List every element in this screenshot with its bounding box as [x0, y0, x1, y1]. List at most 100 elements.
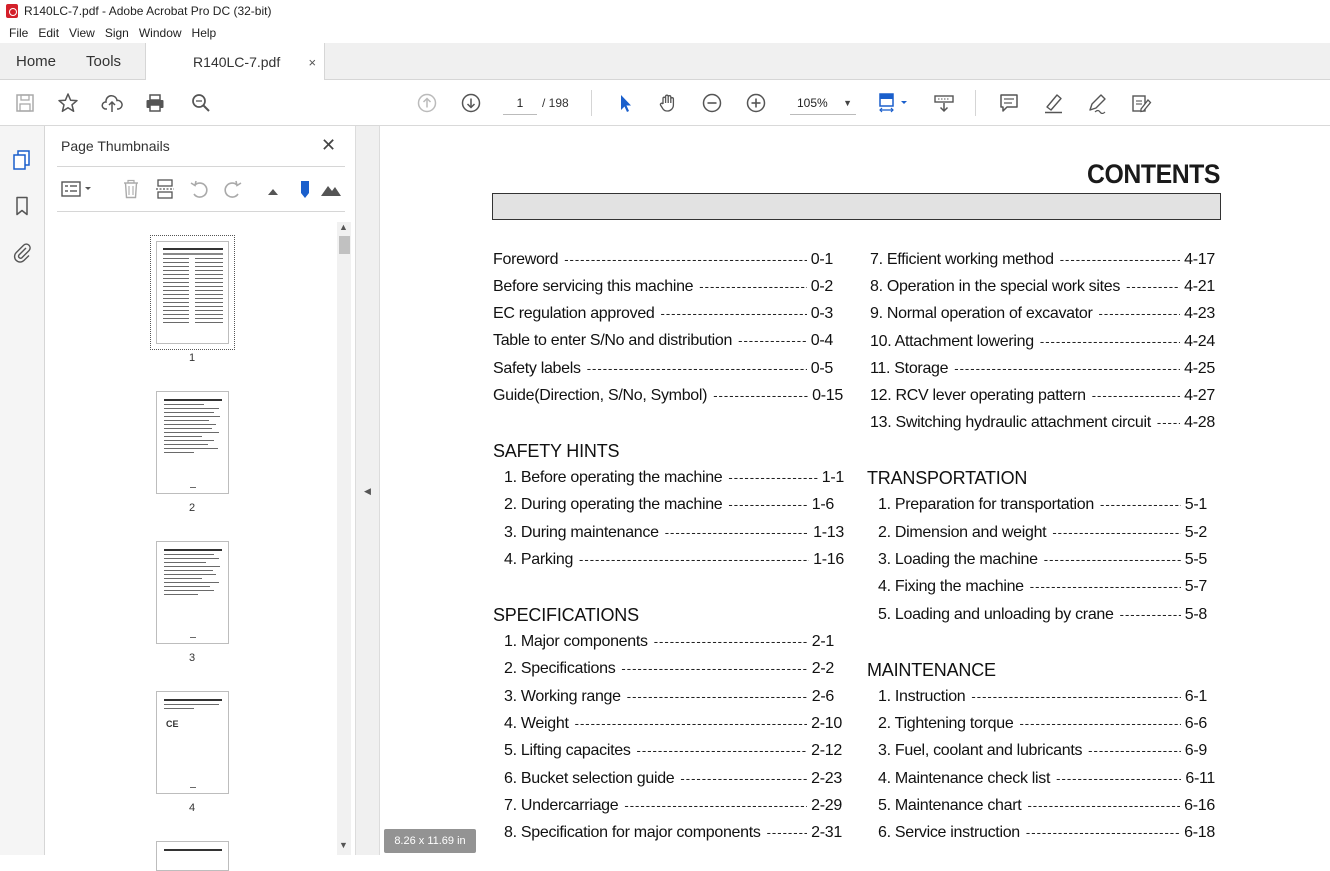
toc-entry[interactable]: 13. Switching hydraulic attachment circu…	[870, 414, 1215, 434]
toc-entry[interactable]: 1. Instruction --------------------------…	[878, 688, 1207, 708]
select-cursor-icon[interactable]	[613, 91, 637, 115]
toc-entry[interactable]: 1. Major components ---------------------…	[504, 633, 834, 653]
zoom-level-value: 105%	[797, 96, 828, 110]
scroll-up-arrow-icon[interactable]: ▲	[339, 222, 348, 232]
section-heading-specifications: SPECIFICATIONS	[493, 605, 639, 625]
page-thumbnail[interactable]: CE	[156, 691, 229, 794]
highlight-pen-icon[interactable]	[1041, 91, 1065, 115]
page-number-input[interactable]: 1	[503, 91, 537, 115]
toc-entry[interactable]: 3. Working range ------------------------…	[504, 688, 834, 708]
page-thumbnail[interactable]	[156, 841, 229, 871]
toc-entry[interactable]: Before servicing this machine -----------…	[493, 278, 833, 298]
toc-entry[interactable]: 3. During maintenance -------------------…	[504, 524, 844, 544]
toc-entry[interactable]: 8. Operation in the special work sites --…	[870, 278, 1215, 298]
bookmark-icon[interactable]	[10, 194, 34, 218]
tab-tools[interactable]: Tools	[72, 43, 137, 79]
toc-entry[interactable]: Foreword --------------------------------…	[493, 251, 833, 271]
zoom-in-icon[interactable]	[744, 91, 768, 115]
zoom-search-icon[interactable]	[189, 91, 213, 115]
toc-entry[interactable]: 2. Dimension and weight -----------------…	[878, 524, 1207, 544]
cloud-upload-icon[interactable]	[100, 91, 124, 115]
page-thumbnail[interactable]	[150, 235, 235, 350]
main-toolbar: 1 / 198 105% ▼	[0, 80, 1330, 126]
title-banner-bar	[492, 193, 1221, 220]
menu-view[interactable]: View	[64, 26, 100, 40]
toc-entry[interactable]: 5. Lifting capacites --------------------…	[504, 742, 842, 762]
menu-edit[interactable]: Edit	[33, 26, 64, 40]
toc-entry[interactable]: 5. Loading and unloading by crane -------…	[878, 606, 1207, 626]
toc-entry[interactable]: 1. Before operating the machine ---------…	[504, 469, 844, 489]
page-thumbnail[interactable]	[156, 541, 229, 644]
rotate-right-icon[interactable]	[221, 177, 245, 201]
keyboard-scroll-icon[interactable]	[932, 91, 956, 115]
toc-entry[interactable]: 7. Efficient working method -------------…	[870, 251, 1215, 271]
rotate-left-icon[interactable]	[187, 177, 211, 201]
toc-entry[interactable]: 11. Storage -----------------------------…	[870, 360, 1215, 380]
toc-entry[interactable]: 1. Preparation for transportation -------…	[878, 496, 1207, 516]
next-page-icon[interactable]	[459, 91, 483, 115]
toc-entry[interactable]: 4. Fixing the machine -------------------…	[878, 578, 1207, 598]
section-heading-safety-hints: SAFETY HINTS	[493, 441, 620, 461]
toc-entry[interactable]: 2. Specifications -----------------------…	[504, 660, 834, 680]
toc-entry[interactable]: 2. Tightening torque --------------------…	[878, 715, 1207, 735]
close-panel-icon[interactable]: ✕	[321, 135, 336, 156]
toc-entry[interactable]: Safety labels ---------------------------…	[493, 360, 833, 380]
tab-home[interactable]: Home	[0, 43, 72, 79]
toc-entry[interactable]: 10. Attachment lowering -----------------…	[870, 333, 1215, 353]
scrollbar-thumb[interactable]	[339, 236, 350, 254]
thumbnail-smaller-icon[interactable]	[261, 177, 285, 201]
comment-icon[interactable]	[997, 91, 1021, 115]
zoom-out-icon[interactable]	[700, 91, 724, 115]
acrobat-pdf-icon	[6, 4, 18, 18]
toc-entry[interactable]: EC regulation approved ------------------…	[493, 305, 833, 325]
fit-page-icon[interactable]	[876, 91, 912, 115]
scroll-down-arrow-icon[interactable]: ▼	[339, 840, 348, 850]
toc-entry[interactable]: 8. Specification for major components ---…	[504, 824, 842, 844]
page-thumbnail[interactable]	[156, 391, 229, 494]
hand-tool-icon[interactable]	[656, 91, 680, 115]
menu-file[interactable]: File	[4, 26, 33, 40]
menu-help[interactable]: Help	[187, 26, 222, 40]
toc-entry[interactable]: 6. Service instruction ------------------…	[878, 824, 1215, 844]
toc-entry[interactable]: 4. Maintenance check list ---------------…	[878, 770, 1215, 790]
toc-entry[interactable]: 12. RCV lever operating pattern ---------…	[870, 387, 1215, 407]
thumbnail-scrollbar[interactable]: ▲ ▼	[337, 222, 351, 855]
tab-close-icon[interactable]: ×	[308, 55, 316, 70]
toc-entry[interactable]: 4. Weight -------------------------------…	[504, 715, 842, 735]
print-icon[interactable]	[143, 91, 167, 115]
toc-entry[interactable]: 5. Maintenance chart --------------------…	[878, 797, 1215, 817]
thumbnail-options-icon[interactable]	[59, 177, 97, 201]
toc-entry[interactable]: 7. Undercarriage ------------------------…	[504, 797, 842, 817]
thumbnail-page-number: 2	[188, 502, 196, 514]
panel-splitter[interactable]: ◀	[355, 126, 380, 855]
attachment-paperclip-icon[interactable]	[10, 240, 34, 264]
toolbar-divider	[591, 90, 592, 116]
menu-bar: File Edit View Sign Window Help	[0, 22, 1330, 43]
menu-window[interactable]: Window	[134, 26, 187, 40]
page-thumbnails-icon[interactable]	[10, 148, 34, 172]
toc-entry[interactable]: 4. Parking ------------------------------…	[504, 551, 844, 571]
thumbnail-page-number: 3	[188, 652, 196, 664]
toc-entry[interactable]: Guide(Direction, S/No, Symbol) ----------…	[493, 387, 843, 407]
extract-page-icon[interactable]	[153, 177, 177, 201]
sign-pen-icon[interactable]	[1085, 91, 1109, 115]
save-icon[interactable]	[13, 91, 37, 115]
star-icon[interactable]	[56, 91, 80, 115]
previous-page-icon[interactable]	[415, 91, 439, 115]
thumbnail-larger-icon[interactable]	[319, 177, 343, 201]
collapse-panel-arrow-icon[interactable]: ◀	[364, 486, 371, 497]
toc-entry[interactable]: Table to enter S/No and distribution ----…	[493, 332, 833, 352]
toc-entry[interactable]: 9. Normal operation of excavator --------…	[870, 305, 1215, 325]
panel-divider	[57, 211, 345, 212]
zoom-level-dropdown[interactable]: 105% ▼	[790, 91, 856, 115]
menu-sign[interactable]: Sign	[100, 26, 134, 40]
thumbnail-size-slider-icon[interactable]	[293, 177, 317, 201]
toc-entry[interactable]: 6. Bucket selection guide ---------------…	[504, 770, 842, 790]
edit-document-icon[interactable]	[1129, 91, 1153, 115]
toc-entry[interactable]: 2. During operating the machine ---------…	[504, 496, 834, 516]
tab-document[interactable]: R140LC-7.pdf ×	[145, 43, 326, 81]
toc-entry[interactable]: 3. Loading the machine ------------------…	[878, 551, 1207, 571]
delete-page-icon[interactable]	[119, 177, 143, 201]
toc-entry[interactable]: 3. Fuel, coolant and lubricants ---------…	[878, 742, 1207, 762]
tab-document-label: R140LC-7.pdf	[193, 54, 281, 70]
